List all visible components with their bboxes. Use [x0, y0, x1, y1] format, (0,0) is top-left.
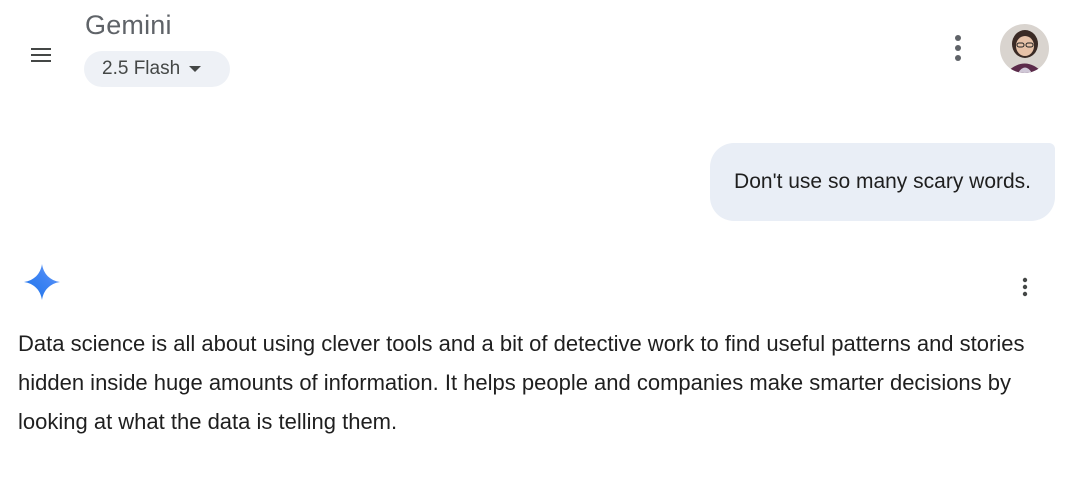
user-avatar[interactable]: [1000, 24, 1049, 73]
model-selector[interactable]: 2.5 Flash: [84, 51, 230, 87]
response-more-options-button[interactable]: [1008, 270, 1042, 304]
model-selector-label: 2.5 Flash: [102, 58, 181, 79]
gemini-app: Gemini 2.5 Flash Don't use so many scary…: [0, 0, 1067, 487]
response-text: Data science is all about using clever t…: [18, 331, 1025, 434]
more-vertical-icon: [955, 35, 961, 61]
gemini-sparkle-icon: [24, 264, 60, 300]
main-menu-button[interactable]: [22, 35, 62, 75]
hamburger-menu-icon: [31, 48, 51, 62]
more-vertical-icon: [1022, 277, 1028, 297]
user-message: Don't use so many scary words.: [710, 143, 1055, 221]
more-options-button[interactable]: [938, 28, 978, 68]
caret-down-icon: [189, 66, 202, 72]
app-title: Gemini: [85, 10, 172, 40]
avatar-image: [1000, 24, 1049, 73]
